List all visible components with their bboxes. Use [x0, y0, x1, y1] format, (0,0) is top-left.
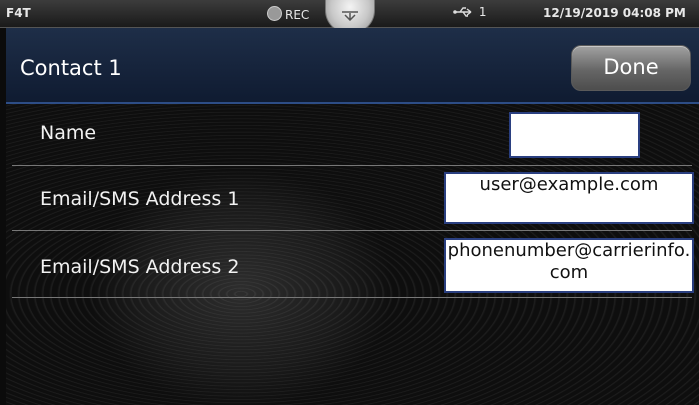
date-time: 12/19/2019 04:08 PM	[543, 6, 686, 20]
usb-indicator: 1	[453, 5, 486, 19]
controller-model: F4T	[6, 6, 31, 20]
divider	[12, 297, 692, 298]
email-sms-1-field[interactable]: user@example.com	[444, 172, 694, 224]
email-sms-2-row: Email/SMS Address 2 phonenumber@carrieri…	[6, 231, 699, 296]
status-bar: F4T REC 1 12/19/2019 04:08 PM	[0, 0, 699, 34]
chevron-down-icon	[342, 11, 358, 21]
rec-label: REC	[285, 8, 310, 22]
contact-form: Name Email/SMS Address 1 user@example.co…	[6, 104, 699, 405]
name-row: Name	[6, 104, 699, 166]
done-button[interactable]: Done	[571, 45, 691, 91]
page-header: Contact 1 Done	[6, 28, 699, 104]
email-sms-2-label: Email/SMS Address 2	[40, 256, 240, 278]
email-sms-1-label: Email/SMS Address 1	[40, 188, 240, 210]
usb-icon	[453, 7, 472, 17]
email-sms-1-row: Email/SMS Address 1 user@example.com	[6, 166, 699, 230]
name-label: Name	[40, 122, 97, 144]
recording-indicator: REC	[267, 6, 309, 22]
page-title: Contact 1	[20, 56, 122, 80]
screen: F4T REC 1 12/19/2019 04:08 PM Contact 1 …	[0, 0, 699, 405]
email-sms-2-field[interactable]: phonenumber@carrierinfo.com	[444, 238, 694, 293]
name-field[interactable]	[509, 112, 640, 158]
usb-count: 1	[478, 5, 487, 19]
record-icon	[267, 6, 282, 21]
